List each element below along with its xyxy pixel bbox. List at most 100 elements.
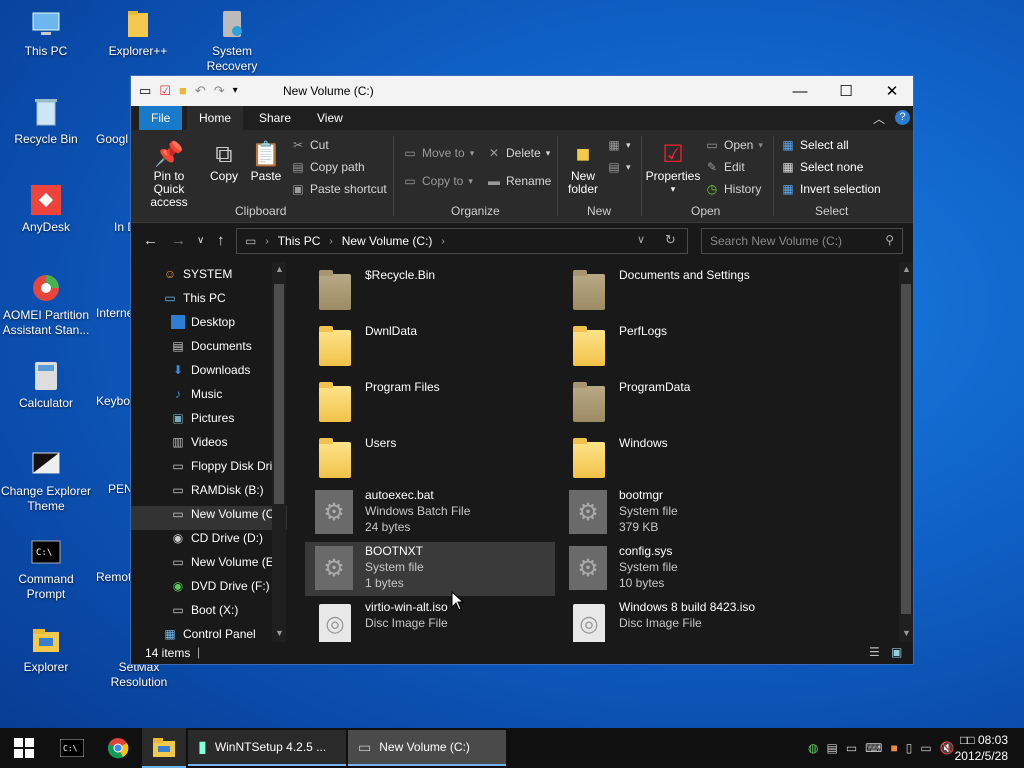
list-item[interactable]: Program Files [305,374,555,428]
tab-file[interactable]: File [139,106,183,130]
new-item-button[interactable]: ▦ ▾ [607,138,630,152]
scroll-up-icon[interactable]: ▲ [275,264,284,274]
delete-button[interactable]: ✕ Delete ▾ [487,146,550,160]
copy-button[interactable]: ⧉ Copy [207,140,241,183]
chevron-down-icon[interactable]: ∨ [637,233,645,246]
rename-button[interactable]: ▬ Rename [487,174,551,188]
taskbar-cmd[interactable]: C:\ [50,728,94,768]
new-folder-button[interactable]: ■ New folder [563,140,603,196]
nav-scrollbar[interactable]: ▲ ▼ [272,262,286,642]
copy-path-button[interactable]: ▤ Copy path [291,160,364,174]
scroll-down-icon[interactable]: ▼ [902,628,911,638]
network-icon[interactable]: ▤ [826,741,837,755]
nav-scrollbar-thumb[interactable] [274,284,284,504]
nav-item-new-volume-e[interactable]: ▭ New Volume (E [171,550,273,574]
list-item[interactable]: ⚙ BOOTNXT System file 1 bytes [305,542,555,596]
nav-item-videos[interactable]: ▥ Videos [171,430,227,454]
start-button[interactable] [0,728,48,768]
refresh-icon[interactable]: ↻ [665,232,676,248]
list-item[interactable]: $Recycle.Bin [305,262,555,316]
help-icon[interactable]: ? [895,110,910,125]
invert-selection-button[interactable]: ▦ Invert selection [781,182,880,196]
nav-item-floppy[interactable]: ▭ Floppy Disk Dri [171,454,272,478]
list-item[interactable]: ◎ virtio-win-alt.iso Disc Image File [305,598,555,642]
list-item[interactable]: Documents and Settings [559,262,809,316]
up-arrow-icon[interactable]: ↑ [217,232,225,249]
close-button[interactable]: ✕ [869,76,915,106]
paste-shortcut-button[interactable]: ▣ Paste shortcut [291,182,386,196]
list-item[interactable]: ⚙ config.sys System file 10 bytes [559,542,809,596]
move-to-button[interactable]: ▭ Move to ▾ [403,146,474,160]
usb-icon[interactable]: ▯ [906,741,913,755]
nav-item-dvd-drive[interactable]: ◉ DVD Drive (F:) I [171,574,277,598]
nav-item-documents[interactable]: ▤ Documents [171,334,251,358]
network-globe-icon[interactable]: ◍ [808,741,818,755]
taskbar-clock[interactable]: □□ 08:03 2012/5/28 [955,732,1008,764]
nav-item-control-panel[interactable]: ▦ Control Panel [163,622,255,642]
properties-button[interactable]: ☑ Properties ▾ [645,140,701,196]
minimize-button[interactable]: — [777,76,823,106]
nav-item-boot[interactable]: ▭ Boot (X:) [171,598,238,622]
list-item[interactable]: ProgramData [559,374,809,428]
nav-item-cd-drive[interactable]: ◉ CD Drive (D:) [171,526,263,550]
nav-item-new-volume-c[interactable]: ▭ New Volume (C [171,502,274,526]
desktop-icon-recycle-bin[interactable]: Recycle Bin [4,96,88,147]
desktop-icon-aomei[interactable]: AOMEI Partition Assistant Stan... [0,272,92,338]
edit-button[interactable]: ✎ Edit [705,160,745,174]
nav-item-downloads[interactable]: ⬇ Downloads [171,358,250,382]
desktop-icon-explorerpp[interactable]: Explorer++ [96,8,180,59]
properties-icon[interactable]: ☑ [159,83,171,99]
color-settings-icon[interactable]: ■ [891,741,898,755]
desktop-icon-anydesk[interactable]: AnyDesk [4,184,88,235]
tab-home[interactable]: Home [187,106,244,130]
list-item[interactable]: PerfLogs [559,318,809,372]
select-none-button[interactable]: ▦ Select none [781,160,863,174]
title-bar[interactable]: ▭ ☑ ■ ↶ ↷ ▾ New Volume (C:) — ☐ ✕ [131,76,913,106]
list-item[interactable]: DwnlData [305,318,555,372]
breadcrumb-new-volume[interactable]: New Volume (C:) [342,234,433,248]
display-icon[interactable]: ▭ [846,741,857,755]
back-arrow-icon[interactable]: ← [143,232,158,249]
taskbar-task-new-volume[interactable]: ▭ New Volume (C:) [348,730,506,766]
undo-icon[interactable]: ↶ [195,83,206,99]
desktop-icon-calculator[interactable]: Calculator [4,360,88,411]
details-view-icon[interactable]: ☰ [869,645,880,659]
list-item[interactable]: ⚙ autoexec.bat Windows Batch File 24 byt… [305,486,555,540]
copy-to-button[interactable]: ▭ Copy to ▾ [403,174,473,188]
easy-access-button[interactable]: ▤ ▾ [607,160,630,174]
large-icons-view-icon[interactable]: ▣ [891,645,902,659]
content-scrollbar[interactable]: ▲ ▼ [899,262,913,642]
breadcrumb-this-pc[interactable]: This PC [278,234,321,248]
desktop-icon-this-pc[interactable]: This PC [4,8,88,59]
nav-item-system[interactable]: ☺ SYSTEM [163,262,232,286]
history-button[interactable]: ◷ History [705,182,762,196]
desktop-icon-change-explorer-theme[interactable]: Change Explorer Theme [0,448,92,514]
tab-share[interactable]: Share [247,106,303,130]
customize-qat-icon[interactable]: ▾ [233,83,238,99]
volume-muted-icon[interactable]: 🔇 [940,741,955,755]
content-scrollbar-thumb[interactable] [901,284,911,614]
desktop-icon-system-recovery[interactable]: System Recovery [190,8,274,74]
taskbar-chrome[interactable] [96,728,140,768]
paste-button[interactable]: 📋 Paste [247,140,285,183]
list-item[interactable]: ⚙ bootmgr System file 379 KB [559,486,809,540]
list-item[interactable]: Windows [559,430,809,484]
taskbar-explorer[interactable] [142,728,186,768]
open-button[interactable]: ▭ Open ▾ [705,138,763,152]
recent-locations-icon[interactable]: ∨ [197,235,204,246]
list-item[interactable]: Users [305,430,555,484]
list-item[interactable]: ◎ Windows 8 build 8423.iso Disc Image Fi… [559,598,809,642]
taskbar-task-winntsetup[interactable]: ▮ WinNTSetup 4.2.5 ... [188,730,346,766]
cut-button[interactable]: ✂ Cut [291,138,329,152]
pin-to-quick-access-button[interactable]: 📌 Pin to Quick access [137,140,201,209]
desktop-icon-command-prompt[interactable]: C:\ Command Prompt [4,536,88,602]
maximize-button[interactable]: ☐ [823,76,869,106]
nav-item-desktop[interactable]: Desktop [171,310,235,334]
select-all-button[interactable]: ▦ Select all [781,138,848,152]
forward-arrow-icon[interactable]: → [171,232,186,249]
nav-item-music[interactable]: ♪ Music [171,382,222,406]
nav-item-this-pc[interactable]: ▭ This PC [163,286,225,310]
redo-icon[interactable]: ↷ [214,83,225,99]
tab-view[interactable]: View [305,106,355,130]
keyboard-icon[interactable]: ⌨ [865,741,882,755]
